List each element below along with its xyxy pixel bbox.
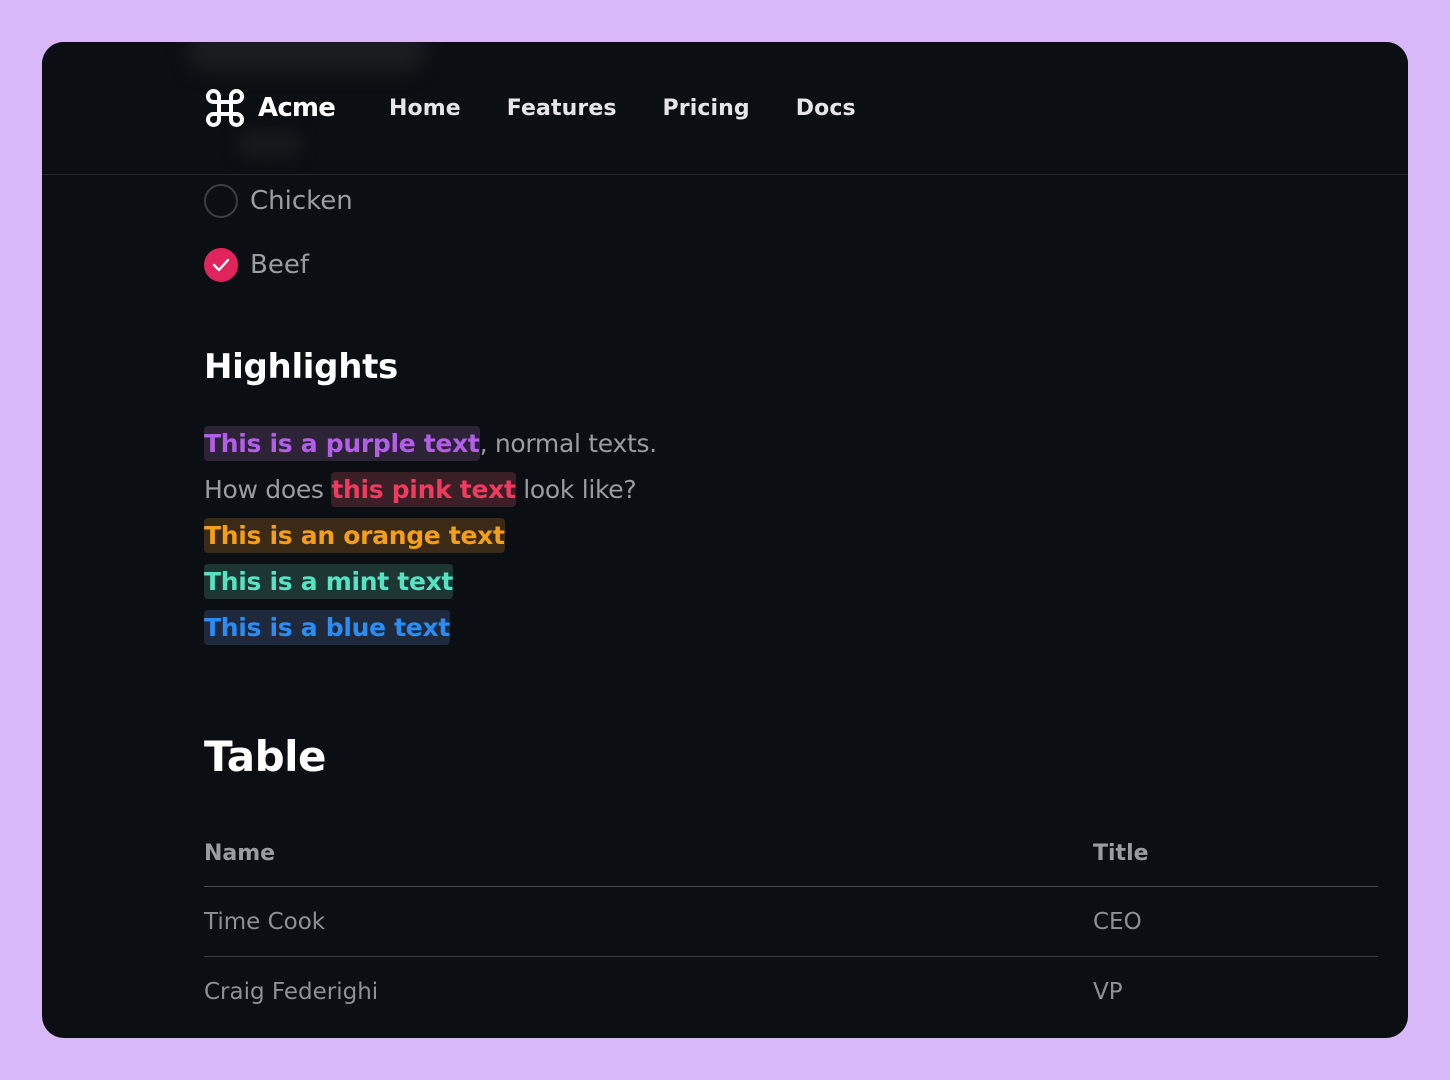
table-heading: Table [204, 732, 327, 781]
normal-text: look like? [515, 474, 637, 504]
highlight-line-purple: This is a purple text , normal texts. [204, 423, 657, 463]
normal-text: How does [204, 474, 332, 504]
people-table: Name Title Time Cook CEO Craig Federighi… [204, 820, 1378, 1027]
header-blur-decoration [187, 42, 427, 72]
orange-highlight: This is an orange text [204, 517, 505, 553]
header-blur-decoration-small [237, 130, 303, 158]
checkbox-label: Chicken [250, 186, 353, 216]
checkbox-beef[interactable]: Beef [204, 247, 309, 283]
nav-home[interactable]: Home [389, 96, 461, 121]
main-nav: Home Features Pricing Docs [389, 92, 856, 124]
column-header-title: Title [1093, 840, 1149, 866]
table-row: Time Cook CEO [204, 887, 1378, 957]
checkbox-chicken[interactable]: Chicken [204, 183, 353, 219]
cell-title: VP [1093, 979, 1123, 1005]
blue-highlight: This is a blue text [204, 609, 450, 645]
highlight-line-pink: How does this pink text look like? [204, 469, 637, 509]
mint-highlight: This is a mint text [204, 563, 453, 599]
app-window: Acme Home Features Pricing Docs Chicken … [42, 42, 1408, 1038]
column-header-name: Name [204, 840, 276, 866]
nav-docs[interactable]: Docs [796, 96, 856, 121]
normal-text: , normal texts. [479, 428, 658, 458]
command-key-icon [204, 87, 246, 129]
brand-name: Acme [258, 93, 336, 123]
brand-logo-link[interactable]: Acme [204, 87, 336, 129]
checkmark-circle-icon [204, 248, 238, 282]
cell-title: CEO [1093, 908, 1142, 935]
highlight-line-orange: This is an orange text [204, 515, 505, 555]
table-row: Craig Federighi VP [204, 957, 1378, 1027]
pink-highlight: this pink text [331, 471, 516, 507]
nav-pricing[interactable]: Pricing [663, 96, 750, 121]
table-header-row: Name Title [204, 820, 1378, 887]
top-navbar: Acme Home Features Pricing Docs [42, 42, 1408, 175]
cell-name: Craig Federighi [204, 979, 379, 1005]
checkbox-label: Beef [250, 250, 309, 280]
cell-name: Time Cook [204, 908, 326, 935]
nav-features[interactable]: Features [507, 96, 617, 121]
highlights-heading: Highlights [204, 347, 398, 387]
unchecked-circle-icon [204, 184, 238, 218]
highlight-line-blue: This is a blue text [204, 607, 450, 647]
highlight-line-mint: This is a mint text [204, 561, 453, 601]
purple-highlight: This is a purple text [204, 425, 480, 461]
